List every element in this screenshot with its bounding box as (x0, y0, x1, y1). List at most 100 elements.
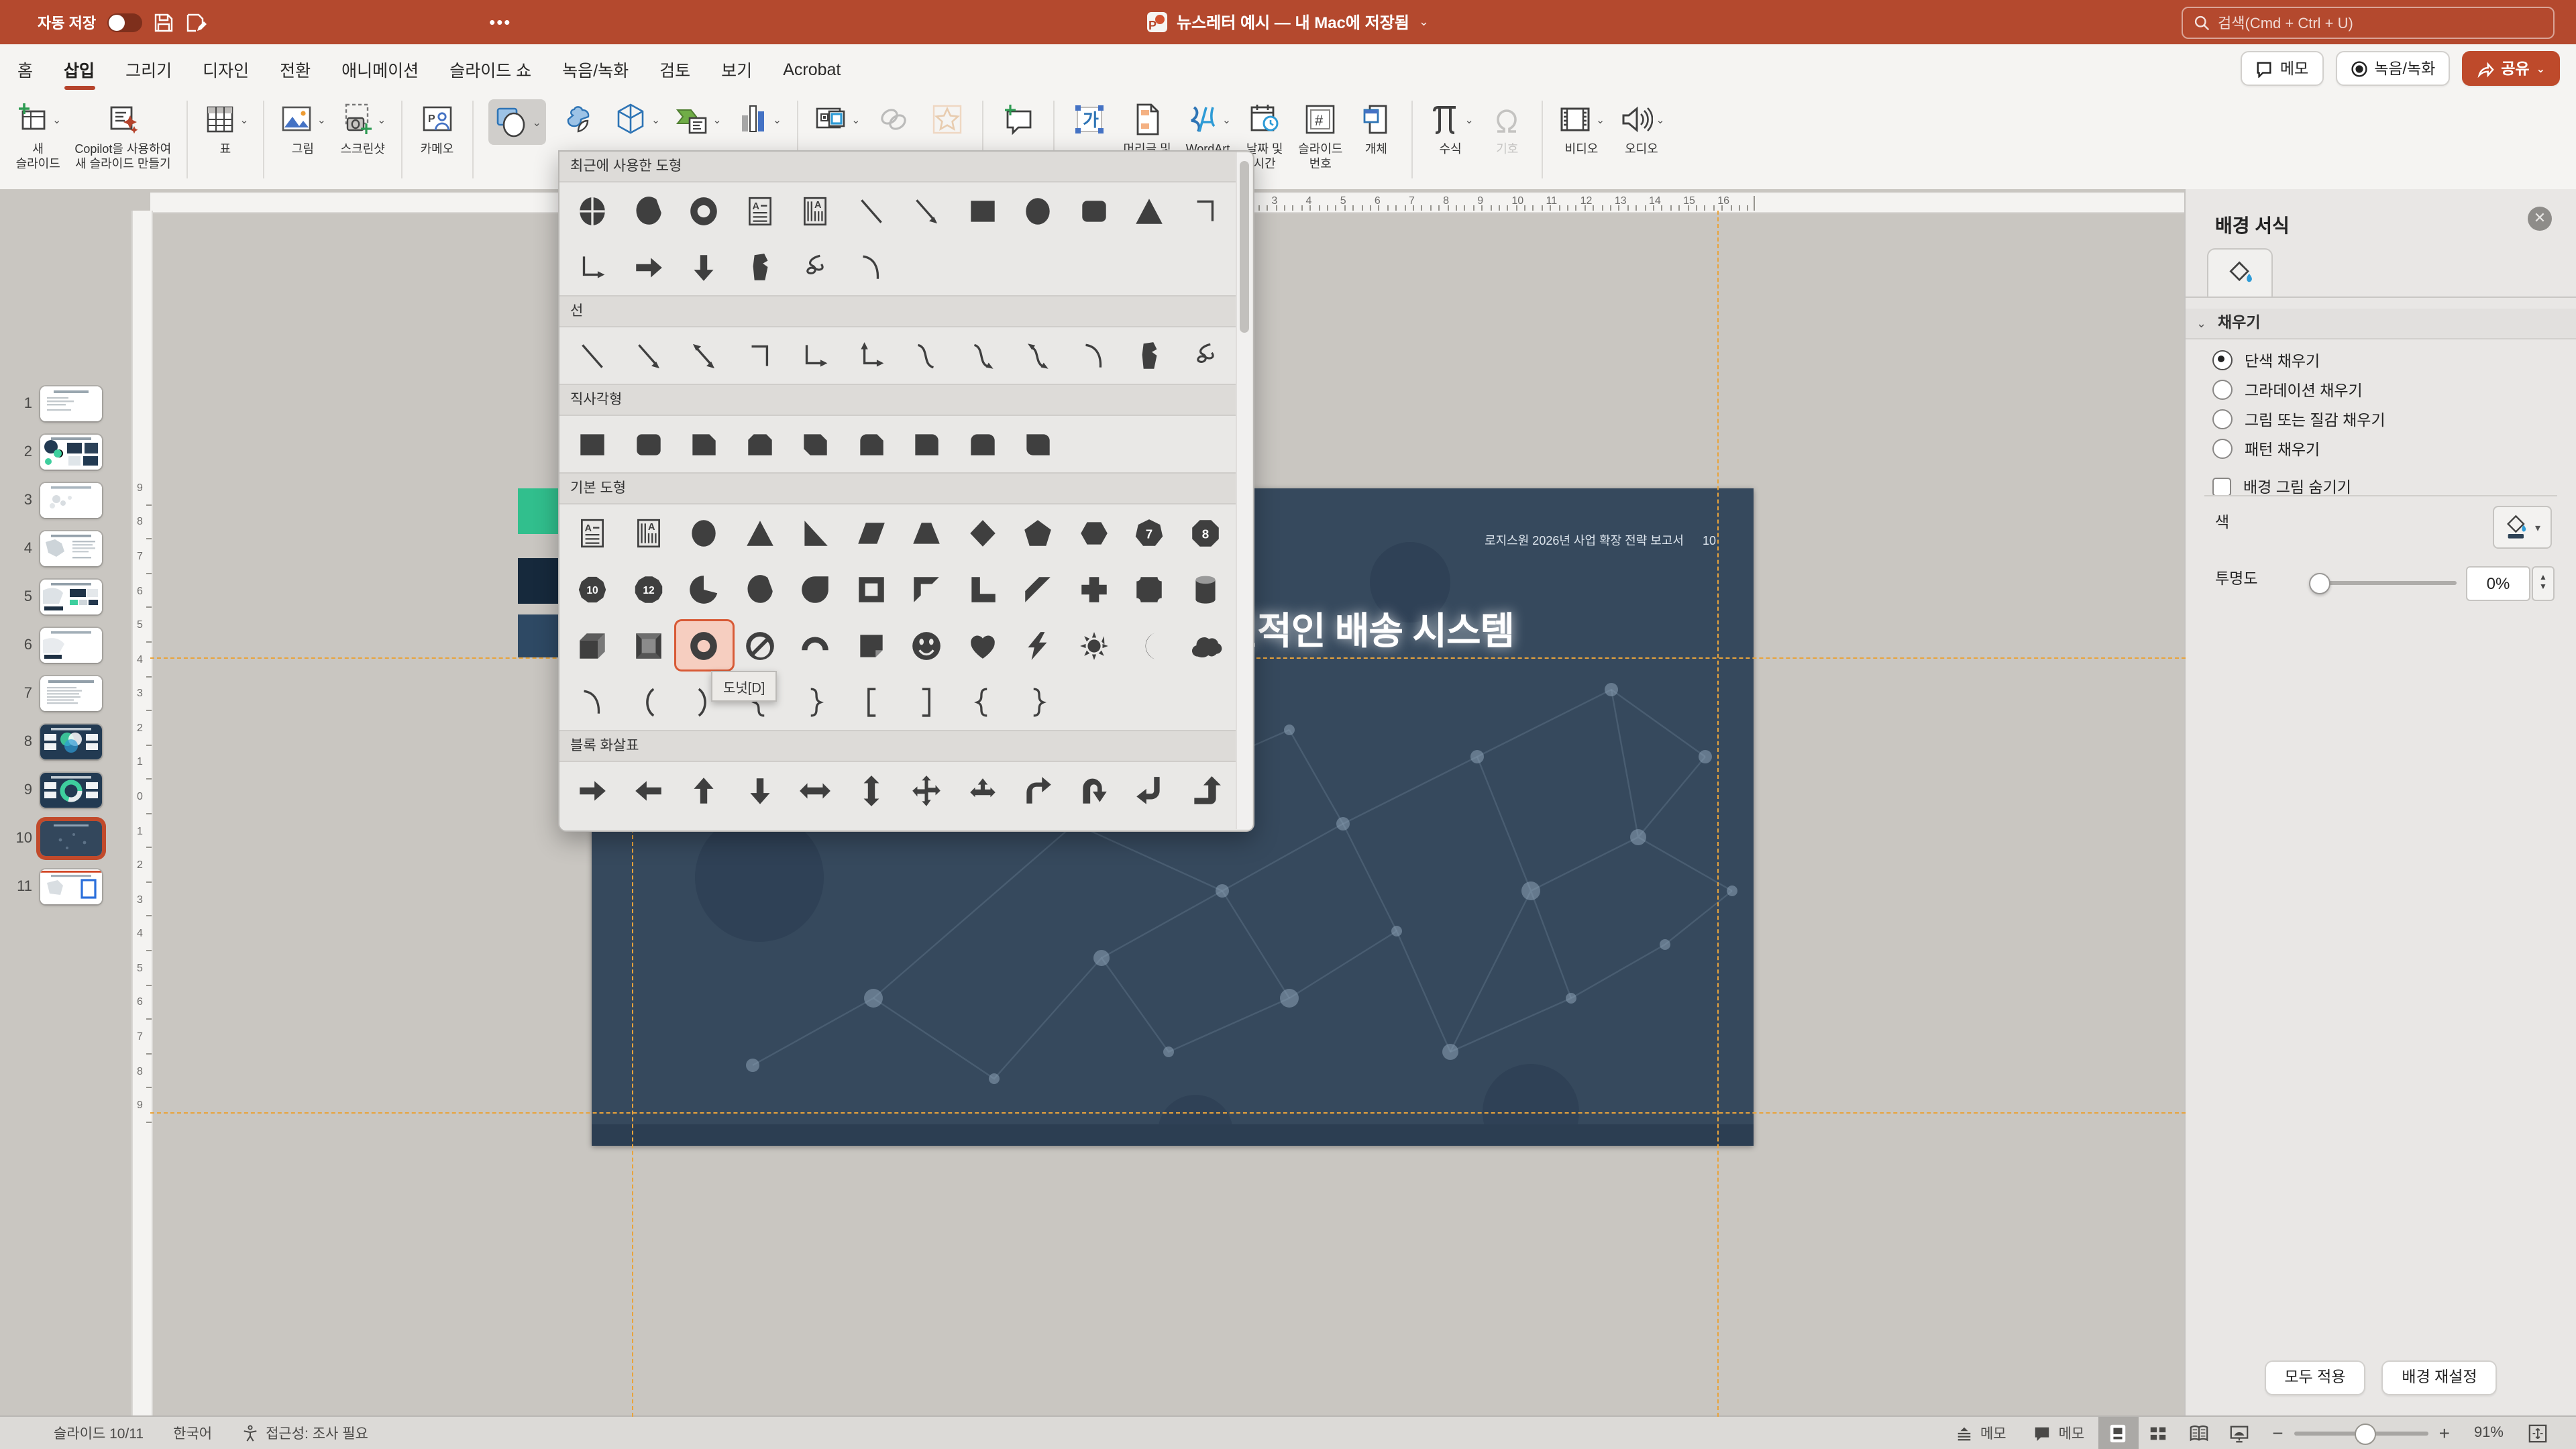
shape-right-brace[interactable] (1010, 678, 1066, 726)
offslide-shape-steel[interactable] (518, 614, 558, 657)
shape-arrow-down[interactable] (676, 243, 732, 291)
slide-thumbnail-2[interactable]: 2 (8, 435, 102, 470)
fill-option-1[interactable]: 단색 채우기 (2212, 347, 2560, 373)
notes-toggle[interactable]: 메모 (1941, 1417, 2020, 1449)
fit-to-window-button[interactable] (2517, 1417, 2557, 1449)
shape-arrow-right[interactable] (621, 243, 676, 291)
shape-half-frame[interactable] (899, 565, 955, 613)
table-button[interactable]: ⌄ 표 (202, 99, 248, 156)
shape-octagon[interactable]: 8 (1177, 508, 1233, 557)
shape-bevel[interactable] (621, 621, 676, 669)
shape-hexagon[interactable] (1066, 508, 1122, 557)
shape-left-bracket-round[interactable] (621, 678, 676, 726)
slide-page-number[interactable]: 10 (1703, 534, 1716, 547)
slide-thumbnail-5[interactable]: 5 (8, 580, 102, 614)
fill-section-header[interactable]: ⌄채우기 (2186, 309, 2576, 339)
shapes-button[interactable]: ⌄ (488, 99, 546, 145)
fill-tab[interactable] (2207, 248, 2273, 298)
shape-triangle[interactable] (732, 508, 788, 557)
slide-header-text[interactable]: 로지스원 2026년 사업 확장 전략 보고서 (1485, 531, 1684, 549)
save-icon[interactable] (152, 11, 174, 33)
slide-thumbnail-6[interactable]: 6 (8, 628, 102, 663)
shape-chord[interactable] (621, 186, 676, 235)
shape-arrow-bent-up[interactable] (1010, 766, 1066, 814)
shape-trapezoid[interactable] (899, 508, 955, 557)
radio-selected[interactable] (2212, 350, 2233, 370)
slide-sorter-view-button[interactable] (2138, 1417, 2178, 1449)
shape-frame[interactable] (843, 565, 899, 613)
shape-arc[interactable] (788, 621, 843, 669)
shape-round-same-side[interactable] (955, 420, 1010, 468)
tab-2[interactable]: 삽입 (64, 48, 95, 90)
shape-folded-corner[interactable] (843, 621, 899, 669)
audio-button[interactable]: ⌄ 오디오 (1618, 99, 1664, 156)
shape-oval[interactable] (1010, 186, 1066, 235)
title-chevron-icon[interactable]: ⌄ (1419, 15, 1429, 30)
shape-teardrop[interactable] (788, 565, 843, 613)
slideshow-view-button[interactable] (2218, 1417, 2259, 1449)
shape-snip-single-corner[interactable] (676, 420, 732, 468)
offslide-shape-teal[interactable] (518, 488, 558, 534)
fill-option-2[interactable]: 그라데이션 채우기 (2212, 377, 2560, 402)
menu-scrollbar[interactable] (1236, 153, 1252, 829)
shape-scribble[interactable] (1177, 331, 1233, 380)
shape-smiley[interactable] (899, 621, 955, 669)
slide-thumbnail-10[interactable]: 10 (8, 821, 102, 856)
radio[interactable] (2212, 409, 2233, 429)
slide-thumbnail-3[interactable]: 3 (8, 483, 102, 518)
panel-close-icon[interactable]: ✕ (2528, 207, 2552, 231)
radio[interactable] (2212, 439, 2233, 459)
accessibility-status[interactable]: 접근성: 조사 필요 (241, 1423, 368, 1443)
action-button[interactable] (928, 99, 968, 140)
shape-curve[interactable] (843, 243, 899, 291)
shape-arrow-bent-down-left[interactable] (1122, 766, 1177, 814)
text-box-button[interactable]: 가 (1070, 99, 1110, 140)
tab-9[interactable]: 검토 (659, 48, 690, 90)
slide-thumbnail-7[interactable]: 7 (8, 676, 102, 711)
shape-line[interactable] (565, 331, 621, 380)
tab-3[interactable]: 그리기 (125, 48, 172, 90)
video-button[interactable]: ⌄ 비디오 (1558, 99, 1605, 156)
fill-option-3[interactable]: 그림 또는 질감 채우기 (2212, 407, 2560, 432)
transparency-stepper[interactable]: ▲▼ (2532, 566, 2555, 601)
shape-curved[interactable] (899, 331, 955, 380)
shape-curved-double-arrow[interactable] (1010, 331, 1066, 380)
shape-curve[interactable] (565, 678, 621, 726)
shape-diamond[interactable] (955, 508, 1010, 557)
save-as-icon[interactable] (184, 11, 206, 33)
reset-background-button[interactable]: 배경 재설정 (2381, 1360, 2497, 1395)
shape-diagonal-stripe[interactable] (1010, 565, 1066, 613)
apply-all-button[interactable]: 모두 적용 (2264, 1360, 2365, 1395)
shape-right-triangle[interactable] (788, 508, 843, 557)
shape-rect[interactable] (955, 186, 1010, 235)
zoom-slider-thumb[interactable] (2355, 1424, 2376, 1445)
shape-line-double-arrow[interactable] (676, 331, 732, 380)
shape-freeform[interactable] (1122, 331, 1177, 380)
shape-left-bracket[interactable] (843, 678, 899, 726)
shape-right-brace[interactable] (788, 678, 843, 726)
slide-number-button[interactable]: # 슬라이드 번호 (1298, 99, 1342, 170)
shape-round-rect[interactable] (621, 420, 676, 468)
shape-line-arrow[interactable] (621, 331, 676, 380)
shape-elbow-arrow[interactable] (565, 243, 621, 291)
wordart-button[interactable]: ⌄ WordArt (1185, 99, 1231, 156)
shape-arrow-down[interactable] (732, 766, 788, 814)
shape-moon[interactable] (1122, 621, 1177, 669)
document-title[interactable]: 뉴스레터 예시 — 내 Mac에 저장됨 (1177, 11, 1409, 34)
shape-cross[interactable] (1066, 565, 1122, 613)
transparency-slider-thumb[interactable] (2309, 573, 2330, 594)
shape-left-brace[interactable] (955, 678, 1010, 726)
shape-cube[interactable] (565, 621, 621, 669)
link-button[interactable] (874, 99, 914, 140)
slide-thumbnail-4[interactable]: 4 (8, 531, 102, 566)
offslide-shape-navy[interactable] (518, 558, 558, 604)
shape-textbox[interactable]: A (732, 186, 788, 235)
object-button[interactable]: 개체 (1356, 99, 1396, 156)
slide-counter[interactable]: 슬라이드 10/11 (54, 1423, 144, 1443)
record-button[interactable]: 녹음/녹화 (2335, 51, 2450, 86)
search-input[interactable]: 검색(Cmd + Ctrl + U) (2182, 7, 2555, 39)
zoom-links-button[interactable]: ⌄ (812, 99, 860, 140)
transparency-slider[interactable] (2312, 581, 2457, 585)
shape-arrow-left-right[interactable] (788, 766, 843, 814)
shape-pie-quarters[interactable] (565, 186, 621, 235)
